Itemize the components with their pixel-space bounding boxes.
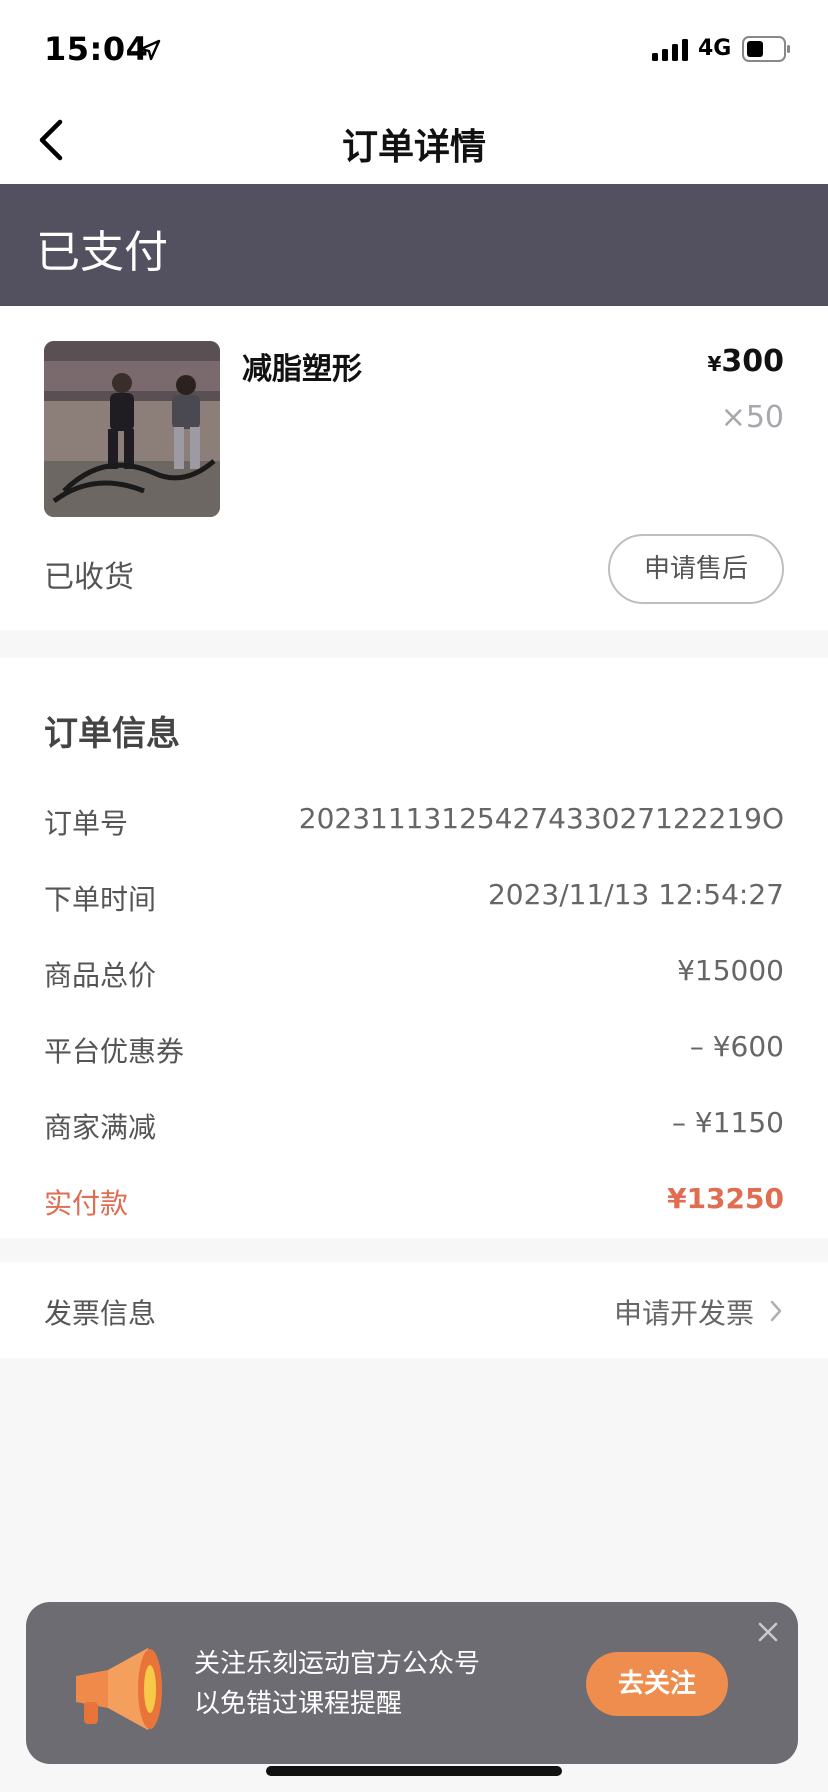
order-status-banner: 已支付 [0,184,828,306]
product-quantity: ×50 [720,400,784,435]
invoice-row[interactable]: 发票信息 申请开发票 [0,1262,828,1358]
product-card: 减脂塑形 ¥300 ×50 已收货 申请售后 [0,306,828,630]
row-value: 2023/11/13 12:54:27 [487,878,784,911]
row-value: – ¥1150 [672,1106,784,1139]
merchant-discount-row: 商家满减 – ¥1150 [44,1106,784,1146]
row-value: ¥13250 [667,1182,784,1215]
apply-after-sale-button[interactable]: 申请售后 [608,534,784,604]
apply-invoice-link[interactable]: 申请开发票 [614,1292,754,1332]
row-value: 20231113125427433027122219O [298,802,784,835]
row-value: – ¥600 [689,1030,784,1063]
actual-paid-row: 实付款 ¥13250 [44,1182,784,1222]
follow-line-2: 以免错过课程提醒 [194,1689,403,1719]
battery-icon [742,36,790,62]
row-label: 商品总价 [44,959,157,992]
invoice-label: 发票信息 [44,1297,157,1330]
home-indicator [266,1766,562,1776]
row-label: 商家满减 [44,1111,157,1144]
follow-line-1: 关注乐刻运动官方公众号 [194,1649,481,1679]
page-title: 订单详情 [341,127,486,168]
order-info-section: 订单信息 订单号 20231113125427433027122219O 下单时… [0,658,828,1238]
fitness-photo-image [44,341,220,517]
product-thumbnail[interactable] [44,341,220,517]
order-time-row: 下单时间 2023/11/13 12:54:27 [44,878,784,918]
status-time: 15:04 [44,30,149,68]
network-type: 4G [698,36,732,61]
total-price-row: 商品总价 ¥15000 [44,954,784,994]
row-label: 订单号 [44,807,129,840]
price-value: 300 [721,344,784,379]
product-name: 减脂塑形 [242,352,362,387]
location-arrow-icon [139,39,161,61]
row-label: 平台优惠券 [44,1035,185,1068]
delivery-status: 已收货 [44,560,134,595]
megaphone-icon [76,1648,162,1730]
order-number-row: 订单号 20231113125427433027122219O [44,802,784,842]
row-label: 下单时间 [44,883,157,916]
close-icon[interactable] [754,1618,782,1646]
follow-official-account-banner: 关注乐刻运动官方公众号 以免错过课程提醒 去关注 [26,1602,798,1764]
follow-message: 关注乐刻运动官方公众号 以免错过课程提醒 [194,1644,480,1724]
nav-bar: 订单详情 [0,98,828,184]
row-value: ¥15000 [677,954,784,987]
order-status-label: 已支付 [36,227,168,278]
platform-coupon-row: 平台优惠券 – ¥600 [44,1030,784,1070]
section-title: 订单信息 [44,714,180,754]
follow-button[interactable]: 去关注 [586,1652,728,1716]
chevron-right-icon [770,1300,782,1322]
currency-symbol: ¥ [707,352,722,376]
product-price: ¥300 [707,344,784,379]
row-label: 实付款 [44,1187,129,1220]
status-bar: 15:04 4G [0,0,828,98]
cellular-signal-icon [652,39,688,61]
